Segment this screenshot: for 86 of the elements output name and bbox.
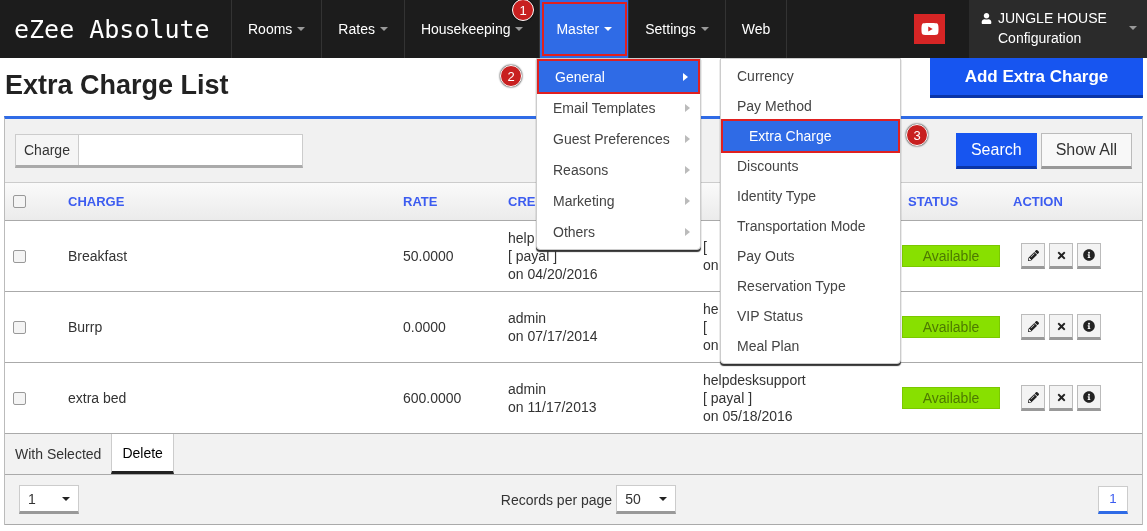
column-header[interactable]: CHARGE <box>68 194 125 209</box>
menu-item[interactable]: Identity Type <box>721 181 900 211</box>
table-cell: on 05/18/2016 <box>703 407 793 425</box>
pencil-icon <box>1027 320 1039 332</box>
nav-menu-item[interactable]: Rooms <box>232 0 323 58</box>
table-cell: on 07/17/2014 <box>508 327 598 345</box>
menu-item[interactable]: Pay Outs <box>721 241 900 271</box>
table-cell-text: 0.0000 <box>402 318 447 336</box>
table-cell: on 11/17/2013 <box>508 398 597 416</box>
info-button[interactable] <box>1077 314 1101 340</box>
table-cell-text: 600.0000 <box>402 389 463 407</box>
edit-button[interactable] <box>1021 243 1045 269</box>
delete-button[interactable] <box>1049 243 1073 269</box>
table-cell: helpdesksupport <box>703 371 806 389</box>
nav-menu-item[interactable]: Master <box>540 0 630 58</box>
edit-button[interactable] <box>1021 314 1045 340</box>
status-badge: Available <box>902 316 1000 338</box>
menu-item[interactable]: Marketing <box>537 185 700 216</box>
checkbox[interactable] <box>13 391 26 405</box>
step-badge: 2 <box>500 65 522 87</box>
edit-button[interactable] <box>1021 385 1045 411</box>
pencil-icon <box>1027 249 1039 261</box>
info-button[interactable] <box>1077 243 1101 269</box>
menu-item[interactable]: Others <box>537 216 700 247</box>
info-icon <box>1083 249 1095 261</box>
close-icon <box>1055 249 1067 261</box>
table-cell: on <box>703 256 719 274</box>
table-cell-text: Burrp <box>67 318 104 336</box>
table-cell-text: 50.0000 <box>402 247 455 265</box>
table-cell-text: Breakfast <box>67 247 129 265</box>
menu-item[interactable]: General <box>539 61 698 92</box>
info-icon <box>1083 320 1095 332</box>
table-cell: help <box>508 229 535 247</box>
delete-tab[interactable]: Delete <box>111 434 174 474</box>
app-logo[interactable]: eZee Absolute <box>0 0 232 58</box>
table-cell: admin <box>508 309 547 327</box>
menu-item[interactable]: Currency <box>721 61 900 91</box>
caret-icon <box>1129 26 1137 30</box>
per-page-select[interactable]: 50 <box>616 485 677 514</box>
table-cell: admin <box>508 380 547 398</box>
menu-item[interactable]: Guest Preferences <box>537 123 700 154</box>
delete-button[interactable] <box>1049 314 1073 340</box>
menu-item[interactable]: Reservation Type <box>721 271 900 301</box>
bulk-label: With Selected <box>14 445 103 464</box>
close-icon <box>1055 391 1067 403</box>
nav-menu-item[interactable]: Rates <box>322 0 405 58</box>
table-cell: [ <box>703 238 707 256</box>
page-title: Extra Charge List <box>5 70 229 102</box>
user-menu[interactable]: JUNGLE HOUSE Configuration <box>969 0 1147 58</box>
table-cell-text: extra bed <box>67 389 128 407</box>
menu-item[interactable]: Meal Plan <box>721 331 900 361</box>
menu-item[interactable]: Discounts <box>721 151 900 181</box>
search-button[interactable]: Search <box>955 132 1037 169</box>
menu-item[interactable]: Extra Charge <box>723 121 898 151</box>
checkbox[interactable] <box>13 195 26 208</box>
user-icon <box>981 13 992 24</box>
search-field[interactable]: Charge <box>15 133 303 168</box>
records-label: Records per page <box>500 491 613 508</box>
status-badge: Available <box>902 387 1000 409</box>
youtube-icon[interactable] <box>914 14 945 44</box>
menu-item[interactable]: Pay Method <box>721 91 900 121</box>
status-badge: Available <box>902 245 1000 267</box>
checkbox[interactable] <box>13 249 26 263</box>
show-all-button[interactable]: Show All <box>1040 132 1132 169</box>
menu-item[interactable]: Email Templates <box>537 92 700 123</box>
column-header[interactable]: STATUS <box>908 194 959 209</box>
column-header[interactable]: CRE <box>508 194 536 209</box>
table-cell: on 04/20/2016 <box>508 265 598 283</box>
menu-item[interactable]: Reasons <box>537 154 700 185</box>
checkbox[interactable] <box>13 320 26 334</box>
info-button[interactable] <box>1077 385 1101 411</box>
table-cell: he <box>703 300 719 318</box>
column-header[interactable]: RATE <box>403 194 438 209</box>
menu-item[interactable]: Transportation Mode <box>721 211 900 241</box>
menu-item[interactable]: VIP Status <box>721 301 900 331</box>
page-button[interactable]: 1 <box>1098 485 1128 514</box>
table-cell: [ payal ] <box>703 389 753 407</box>
page-select[interactable]: 1 <box>19 485 79 514</box>
close-icon <box>1055 320 1067 332</box>
column-header[interactable]: ACTION <box>1013 194 1063 209</box>
add-button[interactable]: Add Extra Charge <box>930 58 1143 98</box>
table-cell: on <box>703 336 719 354</box>
info-icon <box>1083 391 1095 403</box>
delete-button[interactable] <box>1049 385 1073 411</box>
pencil-icon <box>1027 391 1039 403</box>
table-cell: [ <box>703 318 707 336</box>
